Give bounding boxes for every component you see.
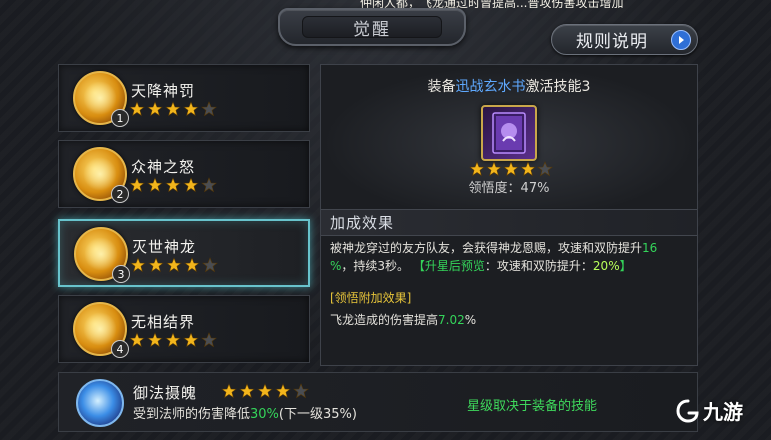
equip-prefix: 装备: [427, 79, 456, 95]
dragon-skill-icon: 3: [74, 227, 130, 283]
star-empty-icon: [537, 161, 553, 177]
skill-name: 无相结界: [131, 313, 196, 331]
spellbook-icon[interactable]: [481, 105, 537, 161]
skill-name: 灭世神龙: [132, 238, 197, 256]
skill-item-3[interactable]: 3 灭世神龙: [58, 219, 310, 287]
star-filled-icon: [129, 332, 145, 348]
star-source-note: 星级取决于装备的技能: [467, 399, 598, 414]
star-empty-icon: [201, 177, 217, 193]
skill-number-badge: 3: [112, 265, 130, 283]
star-empty-icon: [202, 257, 218, 273]
equip-area: 装备迅战玄水书激活技能3 领悟度：47%: [321, 65, 697, 208]
star-empty-icon: [201, 332, 217, 348]
skill-item-4[interactable]: 4 无相结界: [58, 295, 310, 363]
star-filled-icon: [503, 161, 519, 177]
skill-item-2[interactable]: 2 众神之怒: [58, 140, 310, 208]
passive-skill-description: 受到法师的伤害降低30%(下一级35%): [133, 403, 357, 422]
star-filled-icon: [486, 161, 502, 177]
star-filled-icon: [183, 177, 199, 193]
top-hint-text: 仲闲人都，飞龙通过时曾提高...普攻伤害攻击增加: [360, 0, 624, 8]
bonus-text-part: 被神龙穿过的友方队友，会获得神龙恩赐，攻速和双防提升: [330, 241, 643, 255]
star-rating: [129, 177, 217, 193]
lightning-skill-icon: 2: [73, 147, 129, 203]
star-empty-icon: [293, 383, 309, 399]
passive-value: 30%: [250, 407, 279, 422]
passive-next-level: (下一级35%): [278, 407, 357, 422]
skill-name: 众神之怒: [131, 158, 196, 176]
star-filled-icon: [520, 161, 536, 177]
header-inner: 觉醒: [302, 16, 442, 40]
star-filled-icon: [147, 101, 163, 117]
preview-bracket: 【: [412, 259, 425, 273]
star-filled-icon: [165, 101, 181, 117]
skill-item-1[interactable]: 1 天降神罚: [58, 64, 310, 132]
extra-effect-title: [领悟附加效果]: [330, 291, 412, 305]
passive-skill-icon: [76, 379, 124, 427]
equip-activation-text: 装备迅战玄水书激活技能3: [321, 76, 697, 96]
passive-skill-name: 御法摄魄: [133, 384, 198, 402]
rules-button[interactable]: 规则说明: [551, 24, 698, 55]
skill-detail-panel: 装备迅战玄水书激活技能3 领悟度：47% 加成效果 被神龙穿过的友方队友，会获得…: [320, 64, 698, 366]
page-title: 觉醒: [353, 19, 391, 40]
star-rating: [129, 101, 217, 117]
passive-text-part: 受到法师的伤害降低: [133, 407, 251, 422]
star-rating: [469, 161, 553, 177]
bonus-value-unit: %: [330, 259, 342, 273]
star-filled-icon: [147, 332, 163, 348]
skill-name: 天降神罚: [131, 82, 196, 100]
star-filled-icon: [165, 332, 181, 348]
star-filled-icon: [257, 383, 273, 399]
star-filled-icon: [129, 101, 145, 117]
play-arrow-icon: [671, 30, 691, 50]
star-filled-icon: [183, 101, 199, 117]
equip-suffix: 激活技能3: [525, 79, 591, 95]
meteor-skill-icon: 1: [73, 71, 129, 127]
star-filled-icon: [239, 383, 255, 399]
skill-number-badge: 1: [111, 109, 129, 127]
star-filled-icon: [129, 177, 145, 193]
preview-text: ：攻速和双防提升：: [484, 259, 593, 273]
extra-text-unit: %: [464, 313, 477, 327]
star-filled-icon: [166, 257, 182, 273]
rules-button-label: 规则说明: [576, 32, 648, 52]
star-empty-icon: [201, 101, 217, 117]
extra-text-part: 飞龙造成的伤害提高: [330, 313, 439, 327]
extra-effect-text: 飞龙造成的伤害提高7.02%: [330, 311, 476, 328]
bonus-description: 被神龙穿过的友方队友，会获得神龙恩赐，攻速和双防提升16 %，持续3秒。 【升星…: [330, 239, 692, 275]
star-filled-icon: [165, 177, 181, 193]
passive-skill-bar: 御法摄魄 受到法师的伤害降低30%(下一级35%) 星级取决于装备的技能: [58, 372, 698, 432]
star-rating: [130, 257, 218, 273]
bonus-section-title: 加成效果: [321, 209, 697, 236]
star-rating: [129, 332, 217, 348]
jiuyou-logo-icon: [676, 399, 699, 423]
comprehension-text: 领悟度：47%: [468, 181, 550, 196]
extra-value: 7.02: [438, 313, 465, 327]
watermark: 九游: [675, 396, 743, 425]
skill-number-badge: 2: [111, 185, 129, 203]
star-filled-icon: [147, 177, 163, 193]
preview-value: 20%: [592, 259, 620, 273]
star-filled-icon: [183, 332, 199, 348]
star-filled-icon: [469, 161, 485, 177]
watermark-text: 九游: [703, 400, 743, 424]
preview-bracket: 】: [619, 259, 632, 273]
star-filled-icon: [221, 383, 237, 399]
bonus-value: 16: [642, 241, 658, 255]
equip-name: 迅战玄水书: [455, 79, 526, 95]
star-filled-icon: [275, 383, 291, 399]
star-filled-icon: [184, 257, 200, 273]
star-rating: [221, 383, 309, 399]
header-frame: 觉醒: [278, 8, 466, 46]
star-filled-icon: [148, 257, 164, 273]
skill-number-badge: 4: [111, 340, 129, 358]
star-filled-icon: [130, 257, 146, 273]
barrier-skill-icon: 4: [73, 302, 129, 358]
bonus-text-part: ，持续3秒。: [341, 259, 410, 273]
preview-label: 升星后预览: [424, 259, 485, 273]
